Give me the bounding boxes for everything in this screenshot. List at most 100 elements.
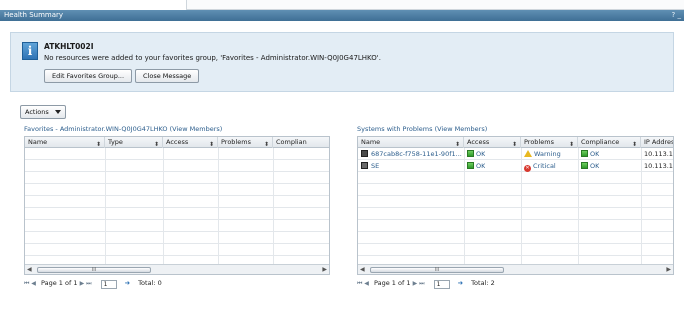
page-number-input[interactable]: 1	[433, 280, 450, 289]
pager-nav-next-last-icon[interactable]: ▶ ⏭	[413, 280, 425, 287]
actions-label: Actions	[25, 108, 49, 116]
pager-nav-first-prev-icon[interactable]: ⏮ ◀	[24, 280, 36, 287]
close-message-button[interactable]: Close Message	[135, 69, 200, 83]
compliance-status[interactable]: OK	[581, 160, 599, 172]
pager-page-text: Page 1 of 1	[374, 279, 411, 287]
top-strip	[0, 0, 684, 10]
favorites-panel-title: Favorites - Administrator.WIN-Q0J0G47LHK…	[24, 125, 222, 133]
info-icon: i	[22, 42, 38, 60]
go-arrow-icon[interactable]: ➜	[125, 279, 130, 287]
problems-status[interactable]: Warning	[524, 148, 561, 160]
column-header-type[interactable]: Type ⬍	[105, 137, 163, 148]
table-row[interactable]	[358, 196, 673, 208]
table-row[interactable]: 687cab8c-f758-11e1-90f1... OK Warning OK…	[358, 148, 673, 160]
table-row[interactable]	[25, 244, 329, 256]
column-header-access[interactable]: Access ⬍	[464, 137, 521, 148]
table-row[interactable]	[25, 148, 329, 160]
problems-grid: Name ⬍ Access ⬍ Problems ⬍ Compliance ⬍ IP A…	[357, 136, 674, 275]
table-row[interactable]	[25, 208, 329, 220]
ip-address: 10.113.12	[644, 162, 674, 170]
warning-icon	[524, 150, 532, 157]
problems-title: Systems with Problems	[357, 125, 433, 133]
pager-page-text: Page 1 of 1	[41, 279, 78, 287]
ip-address: 10.113.12	[644, 150, 674, 158]
table-row[interactable]: SE OK ✕ Critical OK 10.113.12	[358, 160, 673, 172]
computer-icon	[361, 162, 368, 169]
problems-panel-title: Systems with Problems (View Members)	[357, 125, 487, 133]
column-header-ip-address[interactable]: IP Addres	[641, 137, 673, 148]
problems-pager: ⏮ ◀ Page 1 of 1 ▶ ⏭ 1 ➜ Total: 2	[357, 279, 495, 290]
horizontal-scrollbar[interactable]: ◀ III ▶	[25, 264, 329, 274]
favorites-title: Favorites - Administrator.WIN-Q0J0G47LHK…	[24, 125, 168, 133]
sort-icon: ⬍	[95, 141, 101, 148]
table-row[interactable]	[25, 220, 329, 232]
go-arrow-icon[interactable]: ➜	[458, 279, 463, 287]
pager-total: Total: 2	[471, 279, 495, 287]
sort-icon: ⬍	[511, 141, 517, 148]
scroll-left-icon[interactable]: ◀	[27, 266, 32, 273]
scroll-right-icon[interactable]: ▶	[322, 266, 327, 273]
favorites-view-members-link[interactable]: (View Members)	[170, 125, 223, 133]
table-row[interactable]	[358, 172, 673, 184]
window-controls[interactable]: ? _	[672, 10, 681, 21]
window-titlebar: Health Summary ? _	[0, 10, 684, 21]
sort-icon: ⬍	[631, 141, 637, 148]
sort-icon: ⬍	[153, 141, 159, 148]
table-row[interactable]	[358, 208, 673, 220]
sort-icon: ⬍	[263, 141, 269, 148]
top-tab-edge	[186, 0, 684, 10]
scroll-left-icon[interactable]: ◀	[360, 266, 365, 273]
table-row[interactable]	[25, 184, 329, 196]
compliance-status[interactable]: OK	[581, 148, 599, 160]
system-name-link[interactable]: 687cab8c-f758-11e1-90f1...	[371, 148, 463, 160]
problems-grid-header: Name ⬍ Access ⬍ Problems ⬍ Compliance ⬍ IP A…	[358, 137, 673, 148]
ok-icon	[581, 150, 588, 157]
column-header-problems[interactable]: Problems ⬍	[521, 137, 578, 148]
column-header-compliance[interactable]: Compliance ⬍	[578, 137, 641, 148]
actions-menu-button[interactable]: Actions	[20, 105, 66, 119]
sort-icon: ⬍	[454, 141, 460, 148]
table-row[interactable]	[25, 160, 329, 172]
sort-icon: ⬍	[568, 141, 574, 148]
message-box: i ATKHLT002I No resources were added to …	[10, 32, 674, 92]
system-name-link[interactable]: SE	[371, 160, 463, 172]
favorites-grid: Name ⬍ Type ⬍ Access ⬍ Problems ⬍ Complian ◀…	[24, 136, 330, 275]
favorites-grid-header: Name ⬍ Type ⬍ Access ⬍ Problems ⬍ Complian	[25, 137, 329, 148]
page-number-input[interactable]: 1	[100, 280, 117, 289]
chevron-down-icon	[55, 110, 61, 114]
scrollbar-thumb[interactable]: III	[37, 267, 151, 273]
problems-view-members-link[interactable]: (View Members)	[435, 125, 488, 133]
sort-icon: ⬍	[208, 141, 214, 148]
problems-status[interactable]: ✕ Critical	[524, 160, 556, 172]
edit-favorites-group-button[interactable]: Edit Favorites Group...	[44, 69, 133, 83]
server-icon	[361, 150, 368, 157]
ok-icon	[467, 150, 474, 157]
access-status[interactable]: OK	[467, 160, 485, 172]
table-row[interactable]	[25, 196, 329, 208]
scrollbar-thumb[interactable]: III	[370, 267, 504, 273]
column-header-name[interactable]: Name ⬍	[25, 137, 105, 148]
favorites-pager: ⏮ ◀ Page 1 of 1 ▶ ⏭ 1 ➜ Total: 0	[24, 279, 162, 290]
table-row[interactable]	[25, 232, 329, 244]
column-header-compliance[interactable]: Complian	[273, 137, 329, 148]
scroll-right-icon[interactable]: ▶	[666, 266, 671, 273]
table-row[interactable]	[358, 244, 673, 256]
column-header-name[interactable]: Name ⬍	[358, 137, 464, 148]
message-id: ATKHLT002I	[44, 42, 94, 51]
table-row[interactable]	[358, 184, 673, 196]
column-header-problems[interactable]: Problems ⬍	[218, 137, 273, 148]
access-status[interactable]: OK	[467, 148, 485, 160]
horizontal-scrollbar[interactable]: ◀ III ▶	[358, 264, 673, 274]
column-header-access[interactable]: Access ⬍	[163, 137, 218, 148]
pager-nav-first-prev-icon[interactable]: ⏮ ◀	[357, 280, 369, 287]
pager-total: Total: 0	[138, 279, 162, 287]
pager-nav-next-last-icon[interactable]: ▶ ⏭	[80, 280, 92, 287]
table-row[interactable]	[25, 172, 329, 184]
ok-icon	[467, 162, 474, 169]
table-row[interactable]	[358, 232, 673, 244]
window-title: Health Summary	[4, 11, 64, 19]
ok-icon	[581, 162, 588, 169]
table-row[interactable]	[358, 220, 673, 232]
message-text: No resources were added to your favorite…	[44, 54, 381, 62]
critical-icon: ✕	[524, 165, 531, 172]
